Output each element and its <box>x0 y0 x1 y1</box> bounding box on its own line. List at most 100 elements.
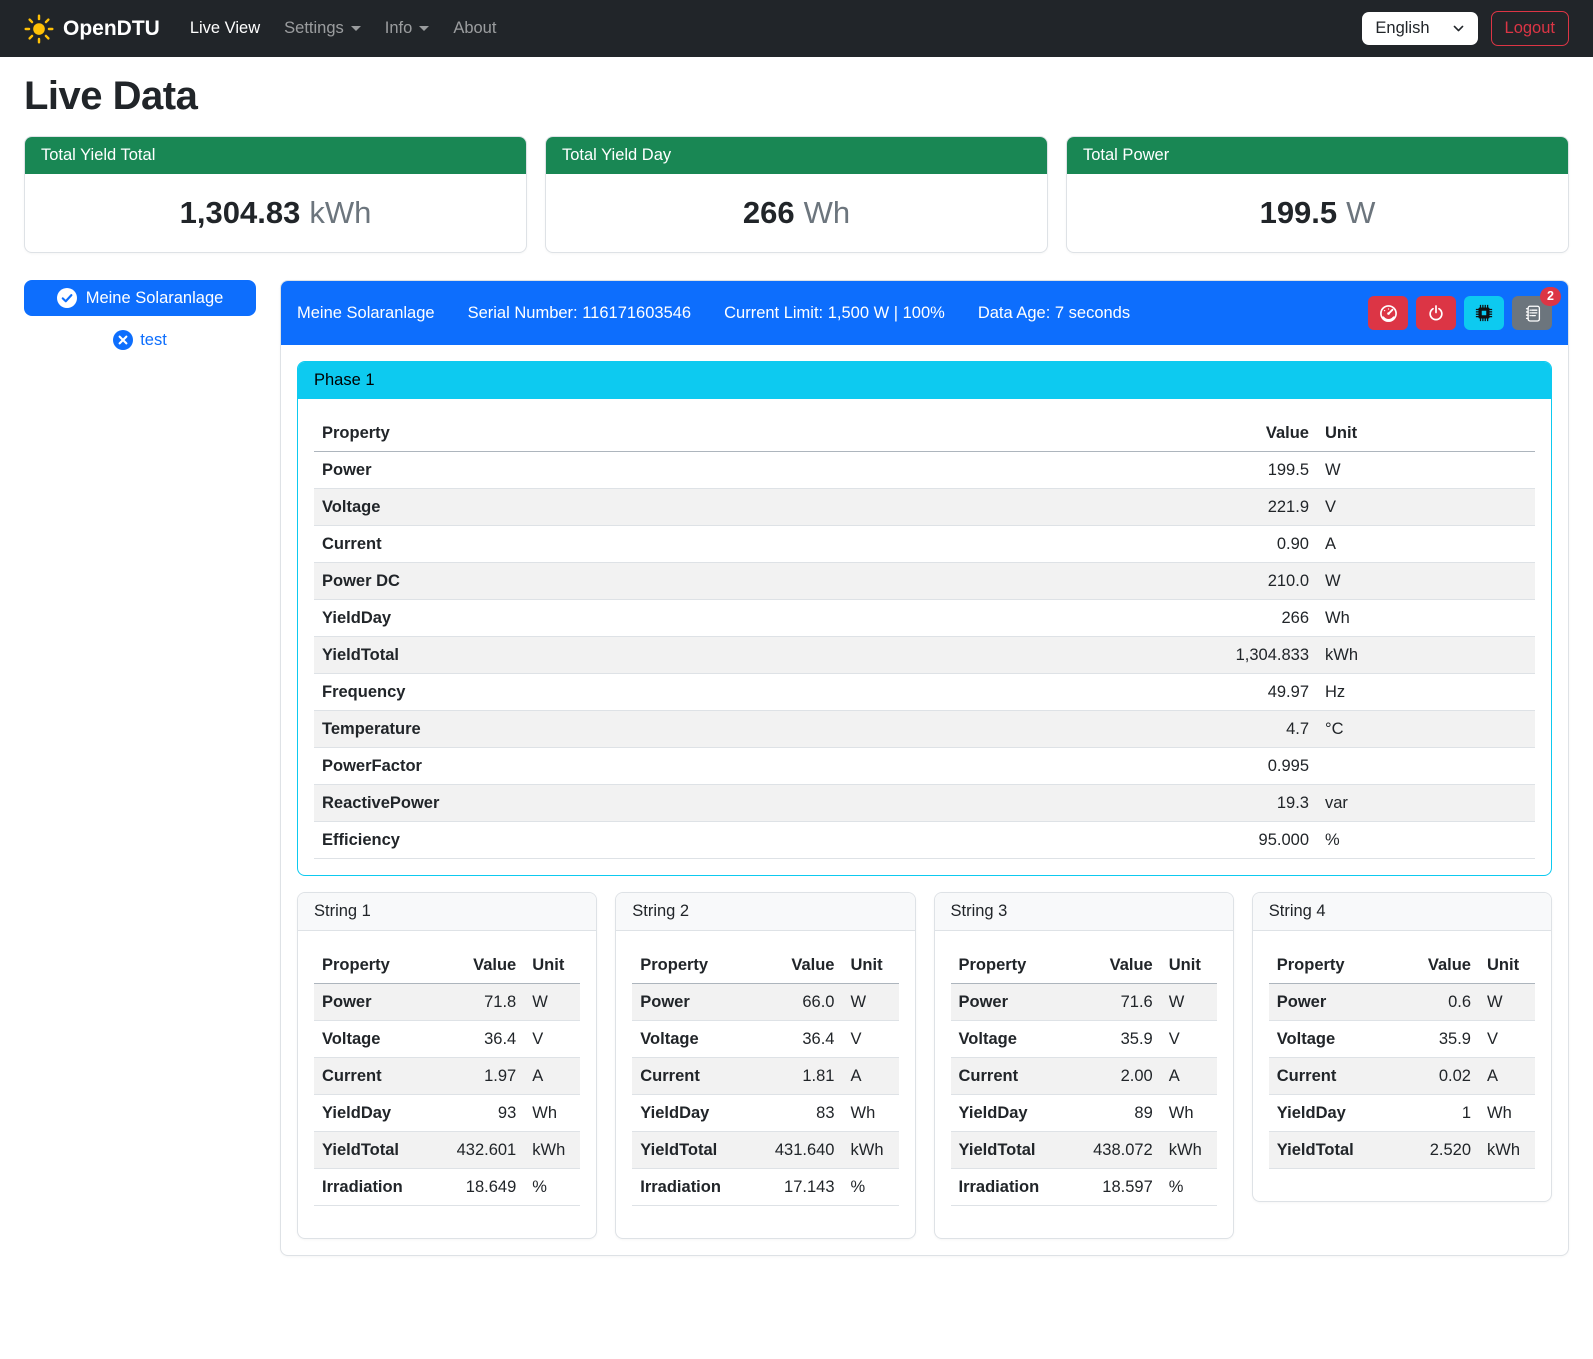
card-title: Total Yield Day <box>546 137 1047 174</box>
inverter-selected-button[interactable]: Meine Solaranlage <box>24 280 256 316</box>
total-yield-total-card: Total Yield Total 1,304.83kWh <box>24 136 527 253</box>
value-cell: 1.81 <box>755 1058 843 1095</box>
brand-label: OpenDTU <box>63 17 160 41</box>
table-row: YieldTotal 431.640 kWh <box>632 1132 898 1169</box>
table-row: YieldTotal 2.520 kWh <box>1269 1132 1535 1169</box>
property-cell: Current <box>314 1058 436 1095</box>
unit-cell: kWh <box>843 1132 899 1169</box>
value-cell: 0.02 <box>1391 1058 1479 1095</box>
property-cell: YieldTotal <box>632 1132 754 1169</box>
column-header-value: Value <box>1197 415 1317 452</box>
speedometer-icon <box>1379 304 1398 323</box>
column-header-property: Property <box>314 947 436 984</box>
string-1-table: Property Value Unit Power <box>314 947 580 1206</box>
total-power-card: Total Power 199.5W <box>1066 136 1569 253</box>
phase-table: Property Value Unit Power <box>314 415 1535 859</box>
chevron-down-icon <box>1452 22 1465 35</box>
value-cell: 0.6 <box>1391 984 1479 1021</box>
card-title: Total Power <box>1067 137 1568 174</box>
value-cell: 95.000 <box>1197 822 1317 859</box>
brand[interactable]: OpenDTU <box>24 14 160 44</box>
value-cell: 18.597 <box>1073 1169 1161 1206</box>
string-3-table: Property Value Unit Power <box>951 947 1217 1206</box>
inverter-actions: 2 <box>1368 296 1552 330</box>
unit-cell <box>1317 748 1535 785</box>
property-cell: YieldTotal <box>314 637 1197 674</box>
column-header-unit: Unit <box>1317 415 1535 452</box>
nav-link-about[interactable]: About <box>441 11 508 46</box>
value-cell: 2.520 <box>1391 1132 1479 1169</box>
event-log-button[interactable]: 2 <box>1512 296 1552 330</box>
unit-cell: kWh <box>524 1132 580 1169</box>
power-button[interactable] <box>1416 296 1456 330</box>
unit-cell: Wh <box>1161 1095 1217 1132</box>
value-cell: 17.143 <box>755 1169 843 1206</box>
table-row: Current 1.97 A <box>314 1058 580 1095</box>
table-row: YieldTotal 432.601 kWh <box>314 1132 580 1169</box>
table-row: Current 0.02 A <box>1269 1058 1535 1095</box>
value-cell: 432.601 <box>436 1132 524 1169</box>
property-cell: Current <box>1269 1058 1391 1095</box>
string-title: String 1 <box>298 893 596 931</box>
value-cell: 35.9 <box>1391 1021 1479 1058</box>
table-row: Power 199.5 W <box>314 452 1535 489</box>
column-header-property: Property <box>632 947 754 984</box>
language-select[interactable]: English <box>1362 12 1477 45</box>
value-cell: 4.7 <box>1197 711 1317 748</box>
table-row: PowerFactor 0.995 <box>314 748 1535 785</box>
navbar: OpenDTU Live View Settings Info About En… <box>0 0 1593 57</box>
value-cell: 83 <box>755 1095 843 1132</box>
inverter-limit: Current Limit: 1,500 W | 100% <box>724 304 945 323</box>
column-header-value: Value <box>436 947 524 984</box>
string-title: String 3 <box>935 893 1233 931</box>
column-header-unit: Unit <box>1161 947 1217 984</box>
string-3-card: String 3 Property Value Unit <box>934 892 1234 1239</box>
property-cell: Temperature <box>314 711 1197 748</box>
property-cell: YieldTotal <box>1269 1132 1391 1169</box>
property-cell: Power DC <box>314 563 1197 600</box>
table-row: YieldDay 266 Wh <box>314 600 1535 637</box>
inverter-header: Meine Solaranlage Serial Number: 1161716… <box>281 281 1568 345</box>
inverter-selected-label: Meine Solaranlage <box>86 289 224 308</box>
value-cell: 36.4 <box>436 1021 524 1058</box>
nav-link-live-view[interactable]: Live View <box>178 11 272 46</box>
device-info-button[interactable] <box>1464 296 1504 330</box>
property-cell: YieldDay <box>314 1095 436 1132</box>
property-cell: YieldTotal <box>314 1132 436 1169</box>
logout-button[interactable]: Logout <box>1491 11 1569 46</box>
unit-cell: W <box>1317 452 1535 489</box>
property-cell: Current <box>314 526 1197 563</box>
table-row: Power DC 210.0 W <box>314 563 1535 600</box>
value-cell: 1.97 <box>436 1058 524 1095</box>
unit-cell: °C <box>1317 711 1535 748</box>
value-cell: 93 <box>436 1095 524 1132</box>
table-row: Frequency 49.97 Hz <box>314 674 1535 711</box>
journal-icon <box>1523 304 1542 323</box>
nav-link-info[interactable]: Info <box>373 11 442 46</box>
limit-settings-button[interactable] <box>1368 296 1408 330</box>
value-cell: 36.4 <box>755 1021 843 1058</box>
sidebar-item-test[interactable]: test <box>24 330 256 350</box>
value-cell: 431.640 <box>755 1132 843 1169</box>
value-cell: 71.6 <box>1073 984 1161 1021</box>
unit-cell: % <box>1161 1169 1217 1206</box>
nav-link-settings[interactable]: Settings <box>272 11 373 46</box>
property-cell: Frequency <box>314 674 1197 711</box>
table-row: YieldTotal 1,304.833 kWh <box>314 637 1535 674</box>
table-row: YieldTotal 438.072 kWh <box>951 1132 1217 1169</box>
table-row: Voltage 36.4 V <box>314 1021 580 1058</box>
table-row: Irradiation 17.143 % <box>632 1169 898 1206</box>
phase-title: Phase 1 <box>298 362 1551 399</box>
unit-cell: Wh <box>524 1095 580 1132</box>
total-power-value: 199.5 <box>1260 195 1338 230</box>
table-row: Temperature 4.7 °C <box>314 711 1535 748</box>
string-4-table: Property Value Unit Power <box>1269 947 1535 1169</box>
event-count-badge: 2 <box>1540 287 1561 306</box>
unit-cell: A <box>1479 1058 1535 1095</box>
property-cell: Power <box>314 984 436 1021</box>
property-cell: Voltage <box>1269 1021 1391 1058</box>
table-row: Voltage 221.9 V <box>314 489 1535 526</box>
column-header-property: Property <box>1269 947 1391 984</box>
unit-cell: V <box>1161 1021 1217 1058</box>
unit-cell: A <box>843 1058 899 1095</box>
